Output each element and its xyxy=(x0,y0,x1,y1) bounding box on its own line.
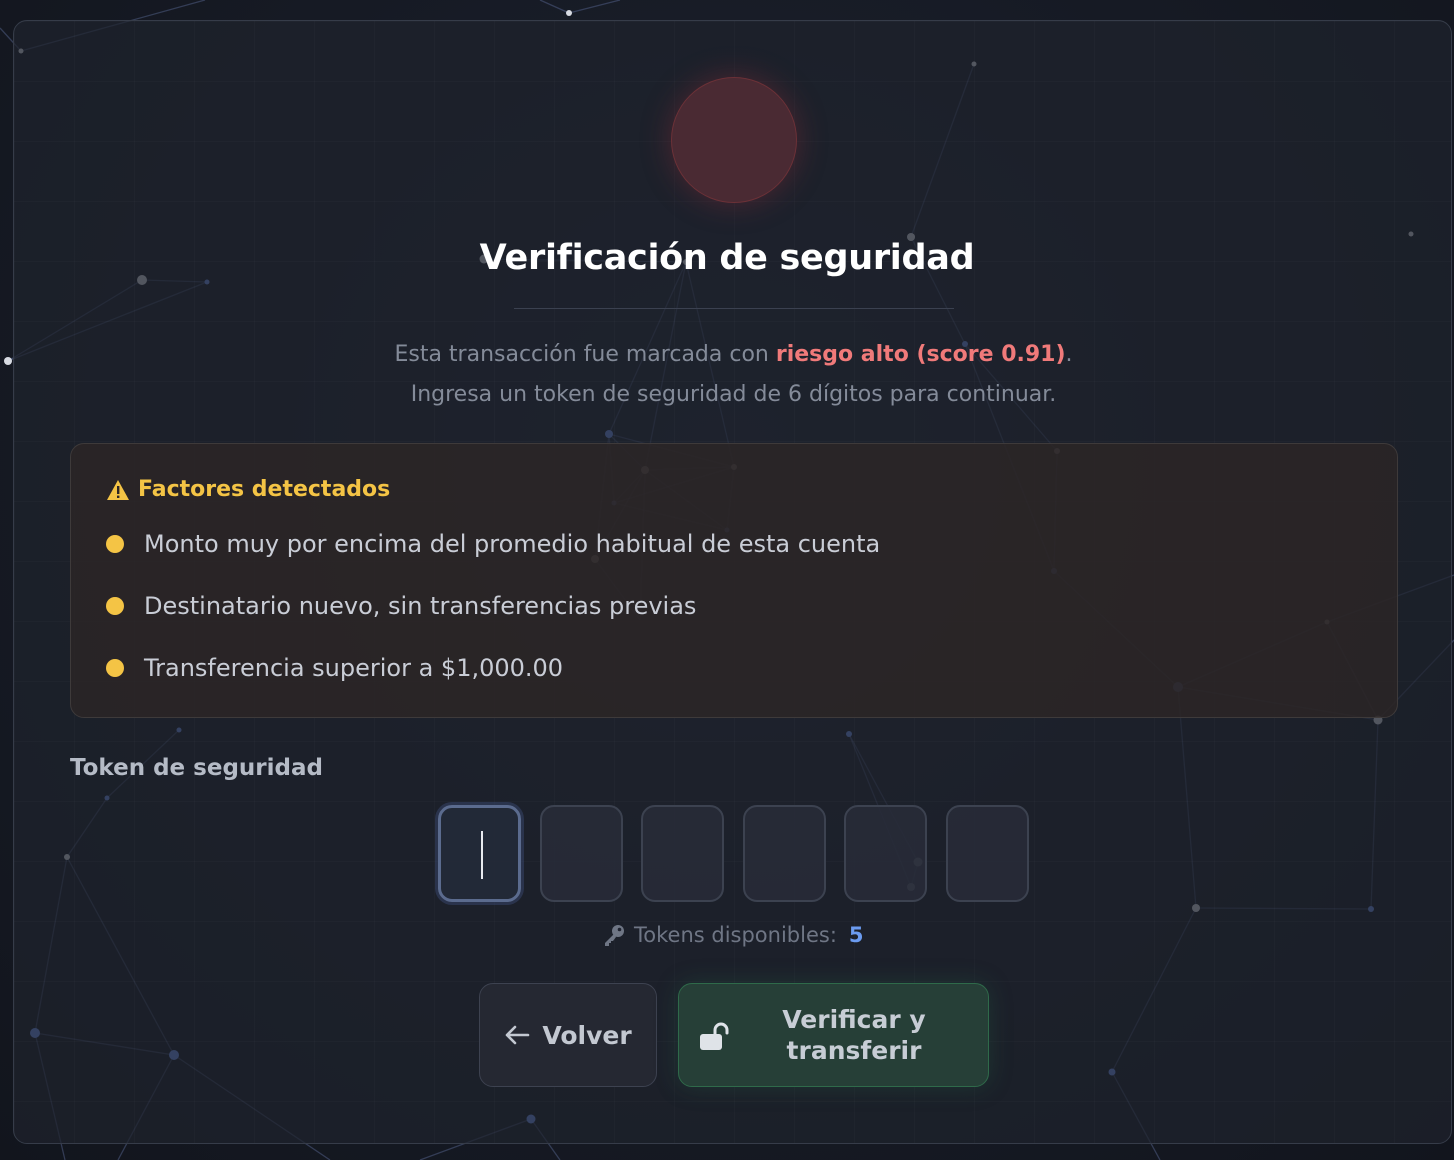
tokens-available-count: 5 xyxy=(848,923,864,947)
risk-indicator-circle xyxy=(671,77,797,203)
token-instruction: Ingresa un token de seguridad de 6 dígit… xyxy=(410,382,1057,407)
verify-button-label: Verificar y transferir xyxy=(759,1004,949,1066)
unlock-icon xyxy=(700,1022,729,1050)
token-digit-input-5[interactable] xyxy=(844,805,927,902)
risk-description: Esta transacción fue marcada con riesgo … xyxy=(0,342,1454,367)
factor-text: Transferencia superior a $1,000.00 xyxy=(144,654,564,682)
token-field-label: Token de seguridad xyxy=(70,755,323,781)
factors-heading: Factores detectados xyxy=(106,477,390,502)
risk-description-prefix: Esta transacción fue marcada con xyxy=(394,342,776,367)
text-cursor xyxy=(481,831,483,879)
factor-bullet xyxy=(106,597,124,615)
factor-bullet xyxy=(106,535,124,553)
token-digit-input-6[interactable] xyxy=(946,805,1029,902)
warning-triangle-icon xyxy=(107,479,129,500)
factors-heading-text: Factores detectados xyxy=(138,477,391,502)
token-digit-input-2[interactable] xyxy=(540,805,623,902)
factor-bullet xyxy=(106,659,124,677)
factor-item: Destinatario nuevo, sin transferencias p… xyxy=(106,592,696,620)
back-button-label: Volver xyxy=(542,1020,632,1050)
title-divider xyxy=(514,308,954,309)
token-digit-input-1[interactable] xyxy=(438,805,521,902)
verify-transfer-button[interactable]: Verificar y transferir xyxy=(678,983,989,1087)
risk-description-suffix: . xyxy=(1065,342,1073,367)
tokens-available-label: Tokens disponibles: xyxy=(634,923,837,947)
token-digit-input-3[interactable] xyxy=(641,805,724,902)
verify-label-line2: transferir xyxy=(786,1036,922,1065)
factor-item: Transferencia superior a $1,000.00 xyxy=(106,654,563,682)
factor-item: Monto muy por encima del promedio habitu… xyxy=(106,530,880,558)
key-icon xyxy=(605,925,624,946)
factor-text: Monto muy por encima del promedio habitu… xyxy=(144,530,881,558)
verify-label-line1: Verificar y xyxy=(782,1005,926,1034)
page-title: Verificación de seguridad xyxy=(479,238,975,278)
factor-text: Destinatario nuevo, sin transferencias p… xyxy=(144,592,697,620)
back-button[interactable]: Volver xyxy=(479,983,657,1087)
risk-score-text: riesgo alto (score 0.91) xyxy=(775,342,1066,367)
arrow-left-icon xyxy=(506,1025,530,1045)
tokens-available: Tokens disponibles: 5 xyxy=(602,923,864,947)
token-digit-input-4[interactable] xyxy=(743,805,826,902)
detected-factors-panel: Factores detectados Monto muy por encima… xyxy=(70,443,1398,718)
